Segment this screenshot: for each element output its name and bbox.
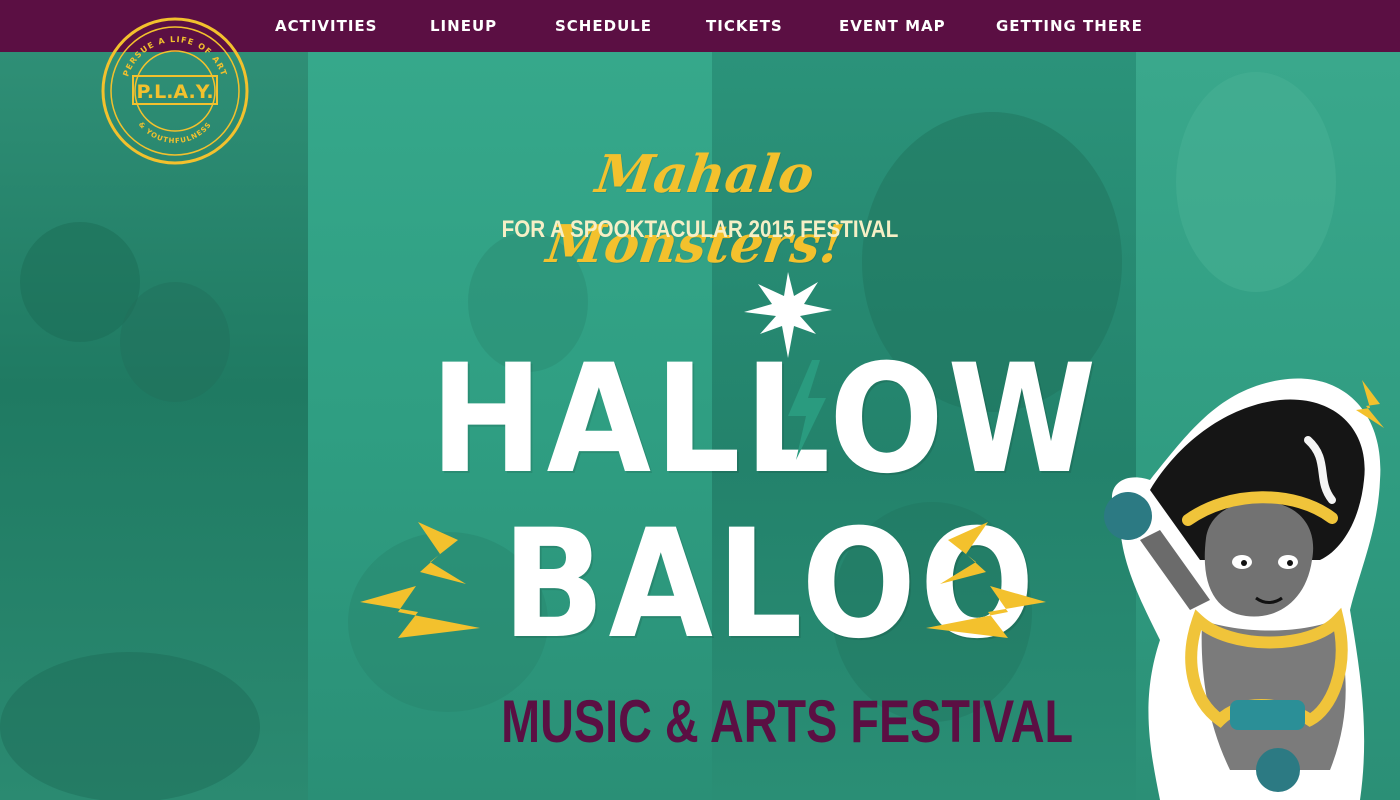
sub-tagline: FOR A SPOOKTACULAR 2015 FESTIVAL — [501, 216, 899, 243]
badge-name: P.L.A.Y. — [136, 81, 213, 103]
hula-monster-figure-illustration — [1104, 378, 1384, 800]
nav-schedule[interactable]: SCHEDULE — [555, 16, 652, 36]
nav-tickets[interactable]: TICKETS — [706, 16, 783, 36]
nav-event-map[interactable]: EVENT MAP — [839, 16, 946, 36]
nav-activities[interactable]: ACTIVITIES — [275, 16, 377, 36]
logo-hallow: HALLOW — [430, 333, 1100, 507]
nav-getting-there[interactable]: GETTING THERE — [996, 16, 1143, 36]
lightning-bolt-icon — [360, 522, 480, 638]
lightning-bolt-icon — [788, 360, 826, 460]
badge-ring-top: PERSUE A LIFE OF ART — [121, 35, 227, 78]
tagline: Mahalo Monsters! — [542, 144, 848, 275]
svg-text:PERSUE A LIFE OF ART: PERSUE A LIFE OF ART — [121, 35, 228, 78]
logo-baloo: BALOO — [502, 498, 1039, 672]
festival-title: MUSIC & ARTS FESTIVAL — [501, 688, 1074, 755]
play-badge-icon: PERSUE A LIFE OF ART & YOUTHFULNESS P.L.… — [101, 17, 249, 165]
badge-ring-bottom: & YOUTHFULNESS — [137, 121, 212, 146]
nav-lineup[interactable]: LINEUP — [430, 16, 497, 36]
lightning-bolt-icon — [926, 522, 1046, 638]
play-logo-badge[interactable]: PERSUE A LIFE OF ART & YOUTHFULNESS P.L.… — [100, 16, 250, 166]
svg-text:& YOUTHFULNESS: & YOUTHFULNESS — [137, 121, 213, 146]
